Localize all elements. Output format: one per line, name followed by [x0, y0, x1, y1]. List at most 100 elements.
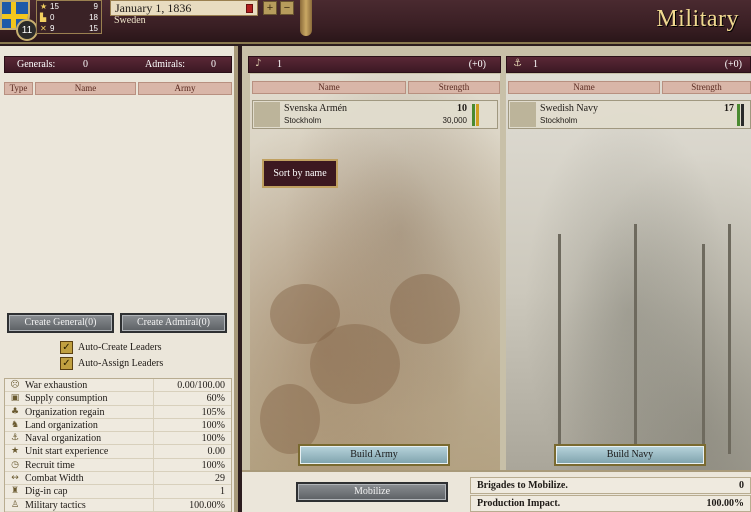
- tactics-icon: ♙: [10, 499, 20, 510]
- anchor-icon: ⚓: [513, 58, 522, 69]
- ship-mast: [558, 234, 561, 444]
- stat-value: 0.00/100.00: [153, 379, 231, 392]
- column-header-name[interactable]: Name: [35, 82, 136, 95]
- army-unit-location: Stockholm: [284, 116, 322, 125]
- stat-label: War exhaustion: [25, 380, 88, 391]
- organization-bar: [737, 104, 740, 126]
- stat-value: 60%: [153, 392, 231, 405]
- column-header-type[interactable]: Type: [4, 82, 33, 95]
- strength-bar: [741, 104, 744, 126]
- stat-label: Unit start experience: [25, 446, 109, 458]
- pause-button[interactable]: [246, 4, 253, 13]
- stat-value: 100.00%: [153, 498, 231, 511]
- stat-label: Military tactics: [25, 499, 86, 511]
- navy-unit-thumbnail: [510, 102, 536, 127]
- sort-by-name-button[interactable]: Sort by name: [262, 159, 338, 188]
- column-header-army[interactable]: Army: [138, 82, 232, 95]
- stat-label: Dig-in cap: [25, 486, 68, 498]
- rank-badge: 11: [16, 19, 38, 41]
- leaders-panel: Generals: 0 Admirals: 0 Type Name Army C…: [0, 46, 238, 512]
- stat-label: Land organization: [25, 419, 98, 431]
- army-section: Name Strength Svenska Armén Stockholm 10…: [250, 74, 500, 470]
- stat-left-value: 9: [50, 24, 55, 33]
- naval-org-icon: ⚓: [10, 433, 20, 444]
- army-header: ♪ 1 (+0): [248, 56, 501, 73]
- stat-left-value: 15: [50, 2, 59, 11]
- auto-assign-checkbox[interactable]: ✓: [60, 357, 73, 370]
- organization-icon: ♣: [10, 406, 20, 417]
- strength-bar: [476, 104, 479, 126]
- stat-label: Organization regain: [25, 406, 105, 418]
- stat-row: ★ 15 9: [37, 1, 101, 12]
- mobilize-button[interactable]: Mobilize: [296, 482, 448, 502]
- stat-value: 1: [153, 485, 231, 498]
- stat-row-organization-regain: ♣ Organization regain 105%: [5, 405, 231, 419]
- brigades-to-mobilize-row: Brigades to Mobilize. 0: [470, 477, 751, 494]
- width-icon: ↔: [11, 473, 19, 484]
- factory-icon: ▙: [40, 13, 47, 22]
- army-change: (+0): [468, 59, 486, 70]
- date-text: January 1, 1836: [115, 1, 192, 15]
- army-bugle-icon: ♪: [255, 58, 262, 69]
- stat-row-naval-organization: ⚓ Naval organization 100%: [5, 432, 231, 446]
- army-count: 1: [277, 59, 282, 70]
- navy-unit-location: Stockholm: [540, 116, 578, 125]
- ship-mast: [702, 244, 705, 454]
- production-value: 100.00%: [706, 498, 745, 509]
- stat-value: 105%: [153, 405, 231, 418]
- stat-row-land-organization: ♞ Land organization 100%: [5, 418, 231, 433]
- army-unit-row[interactable]: Svenska Armén Stockholm 10 30,000: [252, 100, 498, 129]
- digin-icon: ♜: [10, 486, 20, 497]
- stat-right-value: 9: [93, 2, 98, 11]
- experience-icon: ★: [10, 446, 20, 457]
- star-icon: ★: [40, 2, 48, 11]
- leaders-list: [4, 96, 232, 306]
- national-stats-panel: ★ 15 9 ▙ 0 18 ✕ 9 15: [36, 0, 102, 34]
- stat-row-dig-in-cap: ♜ Dig-in cap 1: [5, 485, 231, 499]
- land-org-icon: ♞: [10, 419, 20, 430]
- page-title: Military: [656, 6, 739, 32]
- army-column-header-strength[interactable]: Strength: [408, 81, 500, 94]
- navy-column-header-name[interactable]: Name: [508, 81, 660, 94]
- production-impact-row: Production Impact. 100.00%: [470, 495, 751, 512]
- navy-unit-row[interactable]: Swedish Navy Stockholm 17: [508, 100, 751, 129]
- soldier-figure: [310, 324, 400, 404]
- brigades-label: Brigades to Mobilize.: [477, 480, 568, 491]
- admirals-label: Admirals:: [145, 59, 185, 70]
- auto-create-checkbox[interactable]: ✓: [60, 341, 73, 354]
- create-admiral-button[interactable]: Create Admiral(0): [120, 313, 227, 333]
- country-name: Sweden: [114, 15, 146, 26]
- navy-header: ⚓ 1 (+0): [506, 56, 751, 73]
- supply-icon: ▣: [10, 393, 20, 404]
- ship-mast: [634, 224, 637, 444]
- speed-up-button[interactable]: +: [263, 1, 277, 15]
- build-navy-button[interactable]: Build Navy: [554, 444, 706, 466]
- stat-label: Naval organization: [25, 433, 102, 445]
- date-display: January 1, 1836: [110, 0, 258, 16]
- create-general-button[interactable]: Create General(0): [7, 313, 114, 333]
- stat-right-value: 18: [89, 13, 98, 22]
- navy-count: 1: [533, 59, 538, 70]
- speed-down-button[interactable]: −: [280, 1, 294, 15]
- forces-panel: ♪ 1 (+0) ⚓ 1 (+0) Name Strength Svenska …: [242, 46, 751, 512]
- stat-value: 100%: [153, 458, 231, 472]
- production-label: Production Impact.: [477, 498, 561, 509]
- mobilization-strip: Mobilize Brigades to Mobilize. 0 Product…: [242, 470, 751, 512]
- stat-value: 29: [153, 472, 231, 485]
- army-column-header-name[interactable]: Name: [252, 81, 406, 94]
- build-army-button[interactable]: Build Army: [298, 444, 450, 466]
- stat-row-war-exhaustion: ☹ War exhaustion 0.00/100.00: [5, 379, 231, 393]
- navy-column-header-strength[interactable]: Strength: [662, 81, 751, 94]
- leaders-header: Generals: 0 Admirals: 0: [4, 56, 232, 73]
- ship-mast: [728, 224, 731, 454]
- stat-row: ✕ 9 15: [37, 23, 101, 34]
- stat-left-value: 0: [50, 13, 55, 22]
- crossed-swords-icon: ✕: [40, 24, 47, 33]
- stat-label: Combat Width: [25, 473, 84, 485]
- military-stats-table: ☹ War exhaustion 0.00/100.00 ▣ Supply consu…: [4, 378, 232, 512]
- navy-change: (+0): [724, 59, 742, 70]
- stat-right-value: 15: [89, 24, 98, 33]
- generals-label: Generals:: [17, 59, 56, 70]
- army-unit-name: Svenska Armén: [284, 103, 348, 114]
- stat-label: Supply consumption: [25, 393, 108, 405]
